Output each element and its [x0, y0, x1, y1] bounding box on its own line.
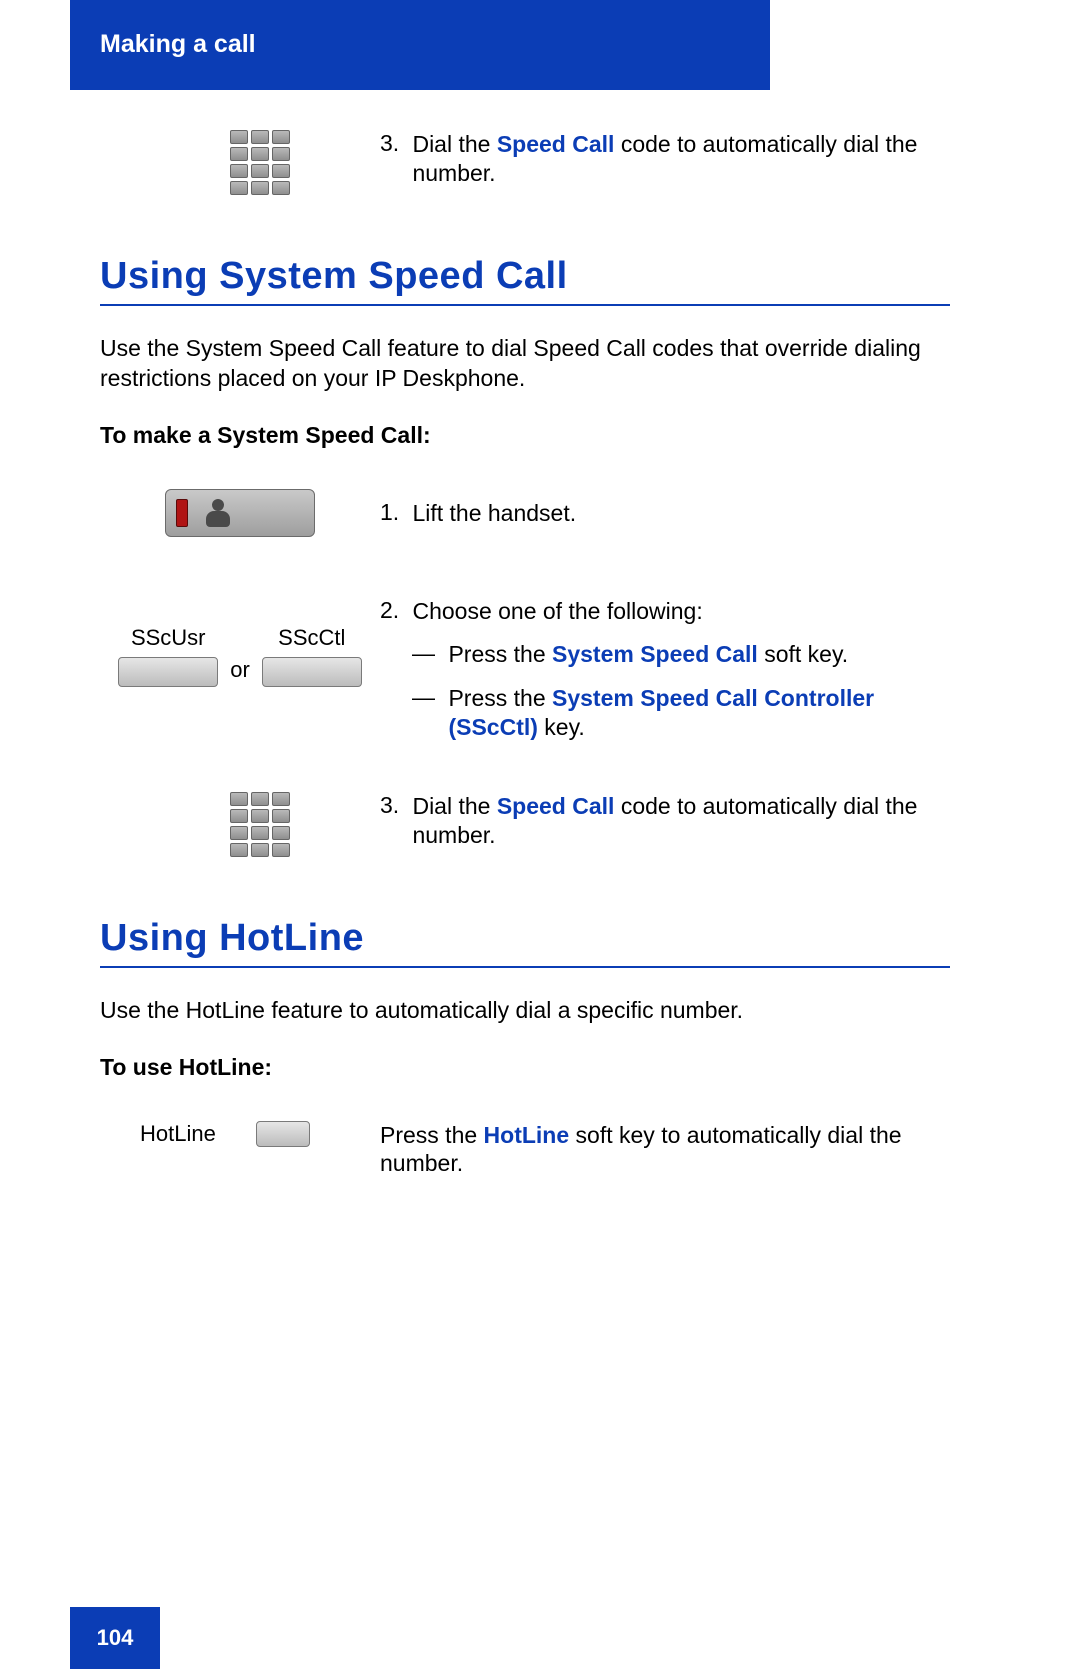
option-text: Press the System Speed Call soft key. — [448, 640, 946, 669]
procedure-lead: To make a System Speed Call: — [100, 422, 950, 449]
softkey-label-sscctl: SScCtl — [278, 625, 345, 651]
keypad-icon — [230, 792, 290, 857]
bullet-dash: — — [412, 684, 444, 711]
section-heading-speedcall: Using System Speed Call — [100, 255, 950, 298]
person-icon — [206, 499, 230, 527]
step-text: Dial the Speed Call code to automaticall… — [412, 792, 948, 850]
or-text: or — [230, 657, 250, 683]
softkey-button-icon — [256, 1121, 310, 1147]
bullet-dash: — — [412, 640, 444, 667]
softkey-button-icon — [118, 657, 218, 687]
handset-button-icon — [165, 489, 315, 537]
step-number: 2. — [380, 597, 408, 624]
step2-row: SScUsr or SScCtl 2. Choose one of the fo… — [100, 597, 950, 742]
top-step-row: 3. Dial the Speed Call code to automatic… — [100, 130, 950, 195]
step-text: Choose one of the following: — [412, 597, 948, 626]
keypad-icon — [230, 130, 290, 195]
softkey-group: SScUsr or SScCtl — [118, 625, 362, 687]
step1-row: 1. Lift the handset. — [100, 489, 950, 537]
section-rule — [100, 966, 950, 968]
hotline-step-row: HotLine Press the HotLine soft key to au… — [100, 1121, 950, 1179]
indicator-icon — [176, 499, 188, 527]
step-text: Press the HotLine soft key to automatica… — [380, 1121, 950, 1179]
step-text: Dial the Speed Call code to automaticall… — [412, 130, 948, 188]
section-intro: Use the System Speed Call feature to dia… — [100, 334, 950, 394]
procedure-lead: To use HotLine: — [100, 1054, 950, 1081]
softkey-label-sscusr: SScUsr — [131, 625, 206, 651]
page-header: Making a call — [100, 30, 256, 59]
step3-row: 3. Dial the Speed Call code to automatic… — [100, 792, 950, 857]
step-number: 3. — [380, 130, 408, 157]
section-heading-hotline: Using HotLine — [100, 917, 950, 960]
softkey-button-icon — [262, 657, 362, 687]
softkey-label-hotline: HotLine — [140, 1121, 216, 1147]
section-rule — [100, 304, 950, 306]
step-number: 1. — [380, 499, 408, 526]
step-text: Lift the handset. — [412, 499, 948, 528]
page-number: 104 — [70, 1607, 160, 1669]
step-number: 3. — [380, 792, 408, 819]
page-content: 3. Dial the Speed Call code to automatic… — [100, 130, 950, 1188]
section-intro: Use the HotLine feature to automatically… — [100, 996, 950, 1026]
option-text: Press the System Speed Call Controller (… — [448, 684, 946, 742]
